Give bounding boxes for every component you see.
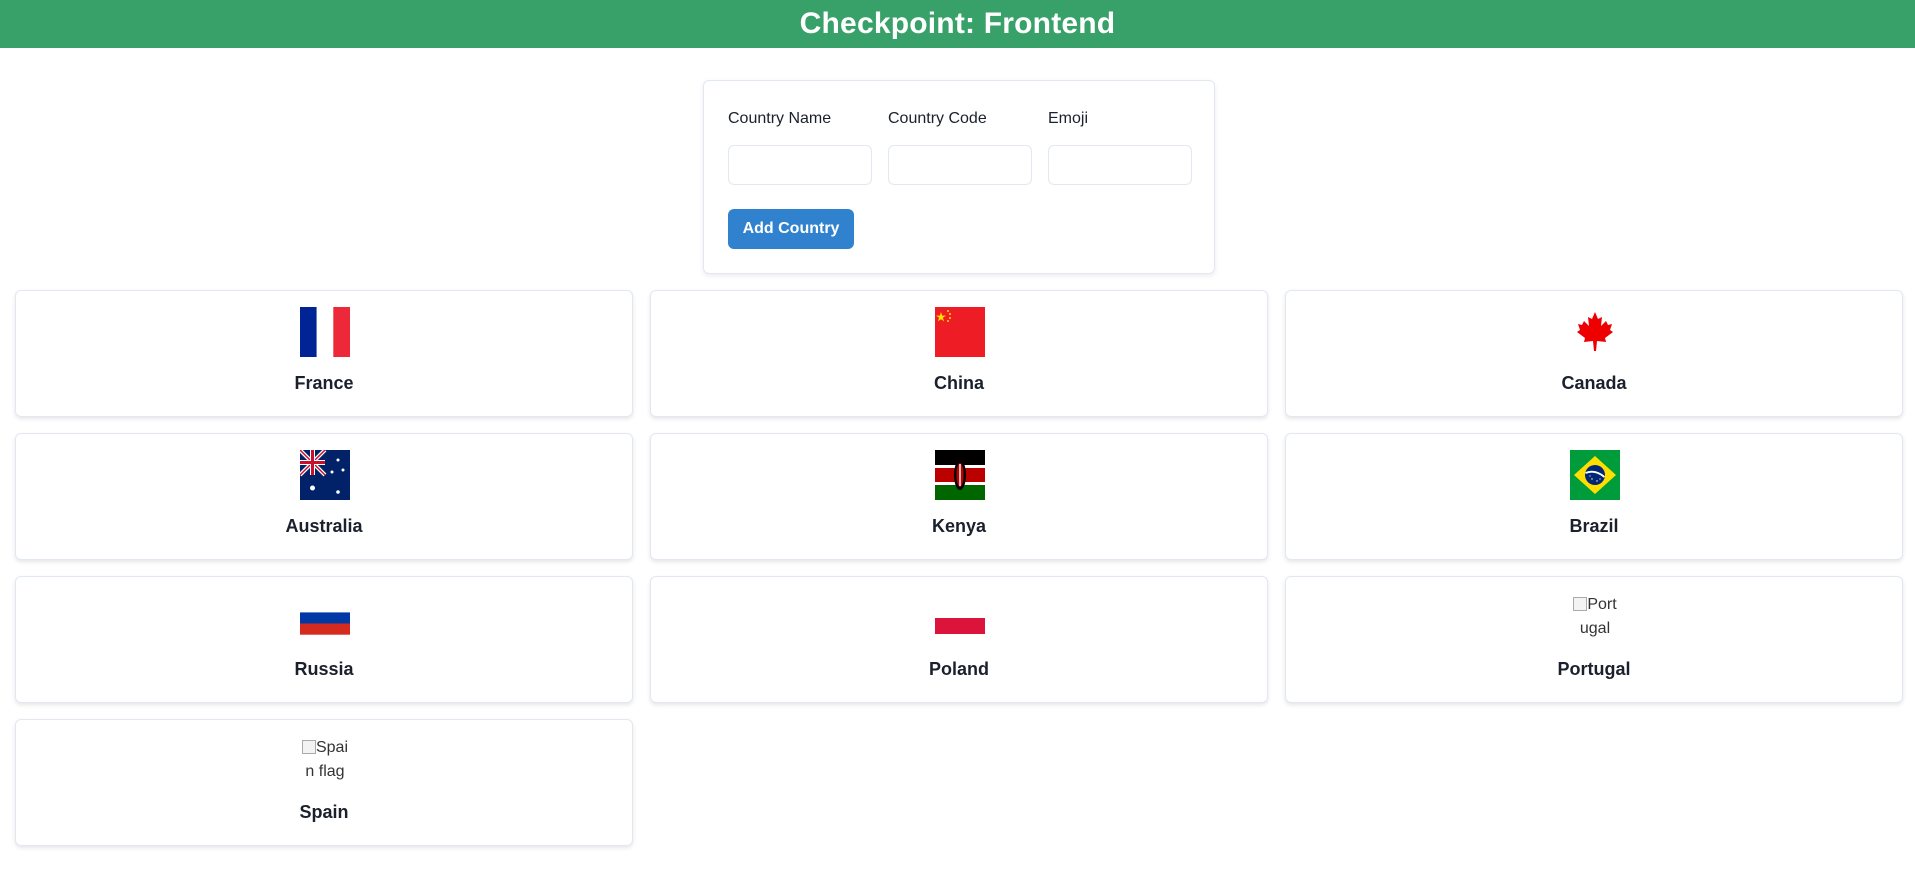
country-name: Spain xyxy=(299,802,349,822)
country-code-field: Country Code xyxy=(888,109,1032,185)
country-name-input[interactable] xyxy=(728,145,872,185)
emoji-field: Emoji xyxy=(1048,109,1192,185)
emoji-label: Emoji xyxy=(1048,110,1089,127)
emoji-input[interactable] xyxy=(1048,145,1192,185)
add-country-form: Country Name Country Code Emoji Add Coun… xyxy=(703,80,1215,274)
broken-image-icon: Portugal xyxy=(1570,593,1620,643)
page-title: Checkpoint: Frontend xyxy=(799,7,1116,40)
country-name-label: Country Name xyxy=(728,110,832,127)
country-name: Poland xyxy=(928,659,989,679)
country-name: Portugal xyxy=(1557,659,1631,679)
broken-image-icon: Spain flag xyxy=(300,736,350,786)
kenya-flag-icon xyxy=(935,450,985,500)
country-name: Brazil xyxy=(1569,516,1619,536)
country-card-france: France xyxy=(15,290,633,417)
country-code-input[interactable] xyxy=(888,145,1032,185)
country-card-portugal: Portugal Portugal xyxy=(1285,576,1903,703)
country-card-canada: Canada xyxy=(1285,290,1903,417)
australia-flag-icon xyxy=(300,450,350,500)
country-name: Russia xyxy=(294,659,354,679)
country-name-field: Country Name xyxy=(728,109,872,185)
country-name: Canada xyxy=(1561,373,1627,393)
country-card-brazil: Brazil xyxy=(1285,433,1903,560)
country-card-russia: Russia xyxy=(15,576,633,703)
country-name: Kenya xyxy=(931,516,987,536)
country-name: France xyxy=(294,373,354,393)
country-card-china: China xyxy=(650,290,1268,417)
country-card-poland: Poland xyxy=(650,576,1268,703)
russia-flag-icon xyxy=(300,593,350,643)
canada-flag-icon xyxy=(1570,307,1620,357)
china-flag-icon xyxy=(935,307,985,357)
france-flag-icon xyxy=(300,307,350,357)
brazil-flag-icon xyxy=(1570,450,1620,500)
country-card-australia: Australia xyxy=(15,433,633,560)
country-code-label: Country Code xyxy=(888,110,987,127)
country-card-spain: Spain flag Spain xyxy=(15,719,633,846)
add-country-button[interactable]: Add Country xyxy=(728,209,854,249)
app-header: Checkpoint: Frontend xyxy=(0,0,1915,48)
poland-flag-icon xyxy=(935,593,985,643)
country-name: Australia xyxy=(285,516,363,536)
country-card-kenya: Kenya xyxy=(650,433,1268,560)
country-name: China xyxy=(933,373,984,393)
